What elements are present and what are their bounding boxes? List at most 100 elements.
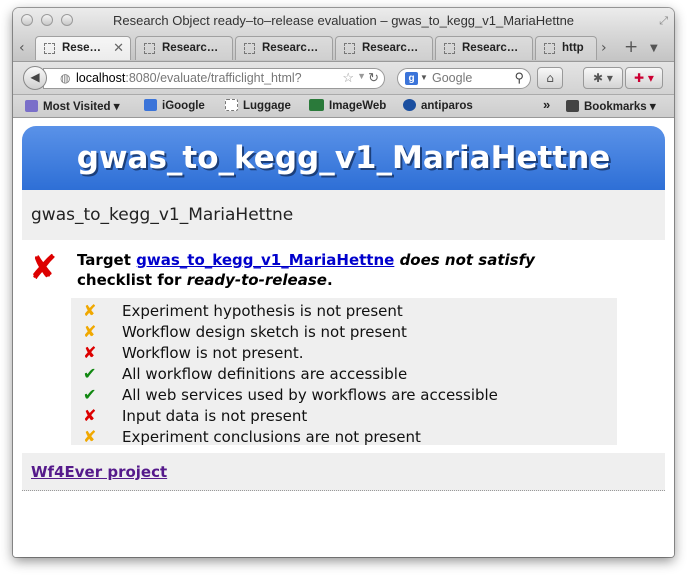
browser-window: Research Object ready–to–release evaluat…	[13, 8, 674, 557]
verdict-status: does not satisfy	[399, 251, 535, 269]
tab-research-object-5[interactable]: Researc…	[435, 36, 533, 60]
checklist-item: ✔ All web services used by workflows are…	[71, 385, 617, 406]
tab-scroll-left-icon[interactable]: ‹	[19, 40, 25, 56]
search-placeholder: Google	[432, 71, 473, 85]
home-button[interactable]: ⌂	[537, 67, 563, 89]
tab-label: Researc…	[262, 42, 319, 54]
evaluation-verdict: Target gwas_to_kegg_v1_MariaHettne does …	[77, 250, 597, 290]
checklist-item: ✘ Experiment conclusions are not present	[71, 427, 617, 448]
back-button[interactable]: ◀	[23, 66, 47, 90]
tab-research-object-3[interactable]: Researc…	[235, 36, 333, 60]
tab-bar: ‹ Rese… ✕ Researc… Researc… Researc… Res…	[13, 33, 674, 62]
pass-check-icon: ✔	[83, 385, 97, 404]
bookmarks-icon	[566, 100, 579, 112]
bookmarks-toolbar: Most Visited ▾ iGoogle Luggage ImageWeb …	[13, 95, 674, 118]
page-icon	[344, 43, 355, 54]
url-host: localhost	[76, 71, 126, 85]
navigation-bar: ◍ localhost:8080/evaluate/trafficlight_h…	[13, 62, 674, 95]
new-tab-icon[interactable]: +	[624, 37, 638, 57]
tab-list-icon[interactable]: ▼	[650, 43, 658, 54]
tab-label: Rese…	[62, 42, 101, 54]
pass-check-icon: ✔	[83, 364, 97, 383]
checklist-item-text: All web services used by workflows are a…	[122, 386, 498, 404]
tab-http[interactable]: http	[535, 36, 597, 60]
bookmark-most-visited[interactable]: Most Visited ▾	[25, 99, 120, 113]
home-icon: ⌂	[546, 71, 554, 85]
verdict-end: .	[326, 271, 333, 289]
checklist-item: ✔ All workflow definitions are accessibl…	[71, 364, 617, 385]
fail-cross-icon: ✘	[83, 406, 97, 425]
page-icon	[144, 43, 155, 54]
addon-button[interactable]: ✱ ▾	[583, 67, 623, 89]
bookmark-label: Most Visited ▾	[43, 101, 120, 113]
checklist-item: ✘ Input data is not present	[71, 406, 617, 427]
igoogle-icon	[144, 99, 157, 111]
globe-icon: ◍	[60, 71, 71, 85]
checklist-item-text: Experiment hypothesis is not present	[122, 302, 403, 320]
engine-dropdown-icon[interactable]: ▼	[420, 73, 428, 82]
verdict-checklist-prefix: checklist for	[77, 271, 182, 289]
warning-cross-icon: ✘	[83, 322, 97, 341]
tab-label: Researc…	[162, 42, 219, 54]
bookmark-imageweb[interactable]: ImageWeb	[309, 99, 386, 112]
bookmarks-overflow-icon[interactable]: »	[543, 97, 550, 112]
page-icon	[244, 43, 255, 54]
wf4ever-project-link[interactable]: Wf4Ever project	[31, 463, 167, 481]
url-text: localhost:8080/evaluate/trafficlight_htm…	[76, 71, 302, 85]
warning-cross-icon: ✘	[83, 301, 97, 320]
page-content: gwas_to_kegg_v1_MariaHettne gwas_to_kegg…	[13, 118, 674, 557]
search-icon[interactable]: ⚲	[514, 70, 524, 86]
tab-research-object-1[interactable]: Rese… ✕	[35, 36, 131, 60]
tab-research-object-4[interactable]: Researc…	[335, 36, 433, 60]
bookmark-igoogle[interactable]: iGoogle	[144, 99, 205, 112]
checklist-item-text: Input data is not present	[122, 407, 308, 425]
verdict-target-label: Target	[77, 251, 131, 269]
tab-label: Researc…	[362, 42, 419, 54]
addon-icon: ✚ ▾	[634, 71, 654, 85]
fullscreen-icon[interactable]: ⤢	[659, 14, 668, 28]
bug-icon: ✱ ▾	[593, 71, 613, 85]
research-object-link[interactable]: gwas_to_kegg_v1_MariaHettne	[136, 251, 394, 269]
research-object-name: gwas_to_kegg_v1_MariaHettne	[31, 205, 294, 225]
reload-icon[interactable]: ↻	[368, 70, 379, 86]
google-engine-icon[interactable]: g	[405, 72, 418, 85]
close-tab-icon[interactable]: ✕	[113, 40, 124, 56]
bookmark-label: Bookmarks ▾	[584, 101, 656, 113]
bookmark-luggage[interactable]: Luggage	[225, 99, 291, 112]
page-footer: Wf4Ever project	[22, 453, 665, 491]
addon-menu-button[interactable]: ✚ ▾	[625, 67, 663, 89]
checklist-item: ✘ Experiment hypothesis is not present	[71, 301, 617, 322]
fail-cross-icon: ✘	[83, 343, 97, 362]
tab-label: Researc…	[462, 42, 519, 54]
tab-research-object-2[interactable]: Researc…	[135, 36, 233, 60]
most-visited-icon	[25, 100, 38, 112]
page-title: gwas_to_kegg_v1_MariaHettne	[76, 140, 611, 176]
checklist-item: ✘ Workflow is not present.	[71, 343, 617, 364]
bookmark-label: antiparos	[421, 100, 473, 112]
bookmark-label: iGoogle	[162, 100, 205, 112]
tab-label: http	[562, 42, 584, 54]
page-banner: gwas_to_kegg_v1_MariaHettne	[22, 126, 665, 190]
tab-scroll-right-icon[interactable]: ›	[601, 40, 607, 56]
imageweb-icon	[309, 99, 324, 111]
title-bar: Research Object ready–to–release evaluat…	[13, 8, 674, 33]
search-box[interactable]: g ▼ Google ⚲	[397, 68, 531, 89]
bookmarks-menu[interactable]: Bookmarks ▾	[566, 99, 656, 113]
checklist-item-text: Workflow design sketch is not present	[122, 323, 407, 341]
url-bar[interactable]: ◍ localhost:8080/evaluate/trafficlight_h…	[43, 68, 385, 89]
page-icon	[44, 43, 55, 54]
warning-cross-icon: ✘	[83, 427, 97, 446]
window-title: Research Object ready–to–release evaluat…	[112, 13, 575, 28]
checklist-item-text: Experiment conclusions are not present	[122, 428, 421, 446]
overall-fail-icon: ✘	[29, 248, 58, 288]
history-dropdown-icon[interactable]: ▼	[357, 71, 366, 81]
checklist-item-text: Workflow is not present.	[122, 344, 304, 362]
bookmark-antiparos[interactable]: antiparos	[403, 99, 473, 112]
checklist-item-text: All workflow definitions are accessible	[122, 365, 408, 383]
page-icon	[444, 43, 455, 54]
checklist-item: ✘ Workflow design sketch is not present	[71, 322, 617, 343]
research-object-header: gwas_to_kegg_v1_MariaHettne	[22, 190, 665, 240]
checklist-results: ✘ Experiment hypothesis is not present ✘…	[71, 298, 617, 448]
bookmark-star-icon[interactable]: ☆	[342, 70, 354, 86]
verdict-purpose: ready-to-release	[186, 271, 327, 289]
